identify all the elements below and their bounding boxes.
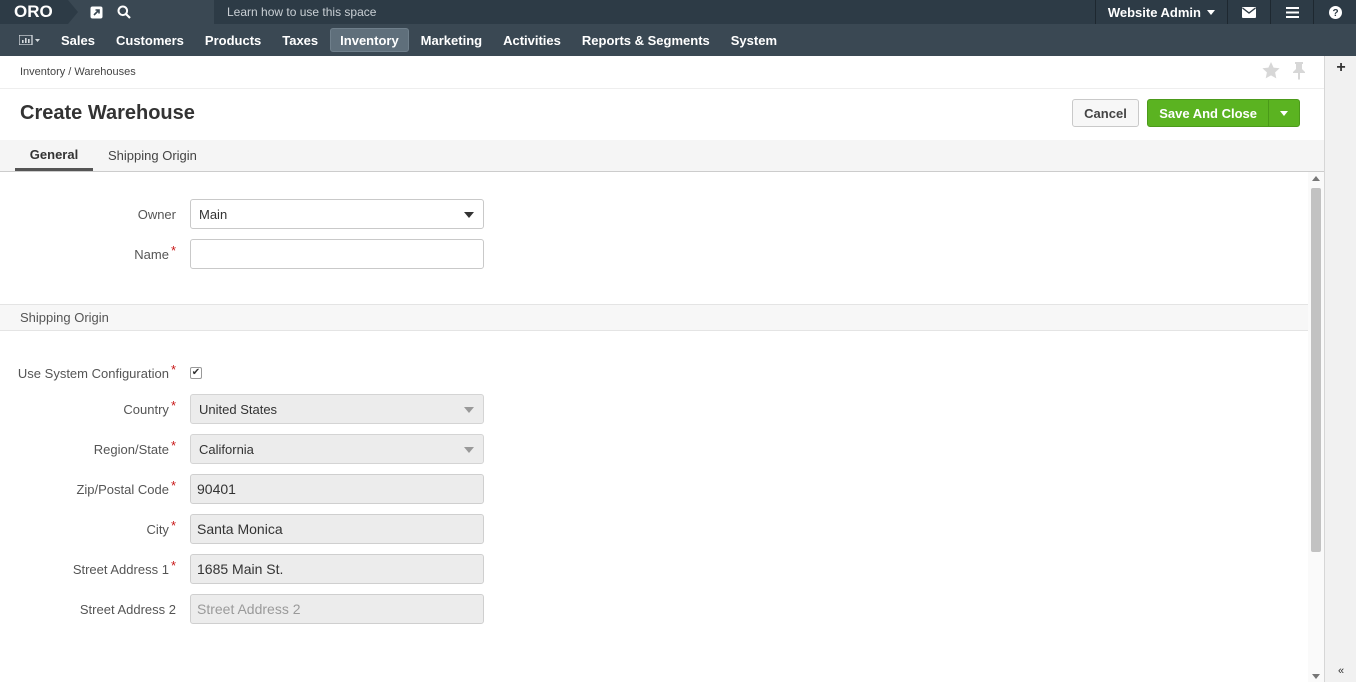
owner-label: Owner [137,206,176,222]
use-system-config-row: Use System Configuration * ✔ [0,358,500,388]
use-system-config-checkbox[interactable]: ✔ [190,367,202,379]
nav-taxes[interactable]: Taxes [273,28,327,52]
form-tabs: General Shipping Origin [0,140,1324,172]
email-icon[interactable] [1227,0,1270,24]
name-input[interactable] [190,239,484,269]
save-and-close-button-group: Save And Close [1147,99,1300,127]
region-row: Region/State * California [0,434,500,464]
zip-label: Zip/Postal Code * [76,477,176,497]
nav-products[interactable]: Products [196,28,270,52]
star-icon[interactable] [1262,62,1280,79]
name-label: Name * [134,242,176,262]
region-value: California [199,441,254,457]
region-select[interactable]: California [190,434,484,464]
country-value: United States [199,401,278,417]
page-actions [1262,62,1306,80]
add-widget-icon[interactable]: + [1325,58,1356,78]
owner-select[interactable]: Main [190,199,484,229]
country-select[interactable]: United States [190,394,484,424]
header-divider [0,88,1324,89]
tab-shipping-origin[interactable]: Shipping Origin [108,140,197,171]
city-input[interactable]: Santa Monica [190,514,484,544]
street2-placeholder: Street Address 2 [197,601,301,617]
warehouse-form: Owner Main Name * Shipping Origin Use Sys… [0,172,1308,682]
svg-text:?: ? [1332,8,1338,19]
required-asterisk: * [170,361,176,377]
user-name: Website Admin [1107,4,1201,20]
country-label: Country * [123,397,176,417]
chevron-down-icon [1207,9,1215,15]
required-asterisk: * [170,477,176,493]
use-system-config-label: Use System Configuration * [17,361,176,381]
required-asterisk: * [170,242,176,258]
oro-logo[interactable]: ORO [0,0,78,24]
help-icon[interactable]: ? [1313,0,1356,24]
shipping-origin-section-title: Shipping Origin [0,304,1308,331]
caret-down-icon [464,447,474,453]
content-scrollbar[interactable] [1308,172,1324,682]
save-options-toggle[interactable] [1268,100,1299,126]
nav-reports-segments[interactable]: Reports & Segments [573,28,719,52]
name-row: Name * [0,239,500,269]
caret-down-icon [464,407,474,413]
pin-icon[interactable] [1292,62,1306,80]
nav-sales[interactable]: Sales [52,28,104,52]
save-and-close-button[interactable]: Save And Close [1148,100,1268,126]
topbar-tools [68,0,214,24]
zip-input[interactable]: 90401 [190,474,484,504]
tab-general[interactable]: General [15,140,93,171]
shortcuts-icon[interactable] [82,0,110,24]
chevron-down-icon [1280,110,1289,116]
street1-label: Street Address 1 * [72,557,176,577]
scroll-thumb[interactable] [1311,188,1321,552]
collapse-icon[interactable]: « [1325,664,1356,678]
caret-down-icon [464,212,474,218]
required-asterisk: * [170,517,176,533]
required-asterisk: * [170,437,176,453]
region-label: Region/State * [93,437,176,457]
owner-row: Owner Main [0,199,500,229]
zip-row: Zip/Postal Code * 90401 [0,474,500,504]
nav-system[interactable]: System [722,28,786,52]
scroll-up-icon[interactable] [1312,176,1320,181]
city-row: City * Santa Monica [0,514,500,544]
street1-row: Street Address 1 * 1685 Main St. [0,554,500,584]
street1-input[interactable]: 1685 Main St. [190,554,484,584]
user-menu[interactable]: Website Admin [1094,0,1227,24]
nav-customers[interactable]: Customers [107,28,193,52]
scroll-down-icon[interactable] [1312,674,1320,679]
city-label: City * [146,517,176,537]
help-hint[interactable]: Learn how to use this space [214,5,1095,19]
cancel-button[interactable]: Cancel [1072,99,1139,127]
menu-icon[interactable] [1270,0,1313,24]
main-navigation: Sales Customers Products Taxes Inventory… [0,24,1356,56]
search-icon[interactable] [110,0,138,24]
dashboard-menu[interactable] [8,24,52,56]
owner-value: Main [199,206,228,222]
street2-label: Street Address 2 [79,601,176,617]
sidebar-panel: + « [1324,56,1356,682]
nav-activities[interactable]: Activities [494,28,570,52]
required-asterisk: * [170,557,176,573]
nav-inventory[interactable]: Inventory [330,28,409,52]
street2-row: Street Address 2 Street Address 2 [0,594,500,624]
breadcrumb: Inventory / Warehouses [20,66,136,78]
page-content: Inventory / Warehouses Create Warehouse … [0,56,1324,682]
nav-marketing[interactable]: Marketing [412,28,491,52]
required-asterisk: * [170,397,176,413]
page-title: Create Warehouse [20,102,195,124]
dashboard-icon [19,35,40,45]
top-bar: ORO Learn how to use this space Website … [0,0,1356,24]
street2-input[interactable]: Street Address 2 [190,594,484,624]
country-row: Country * United States [0,394,500,424]
